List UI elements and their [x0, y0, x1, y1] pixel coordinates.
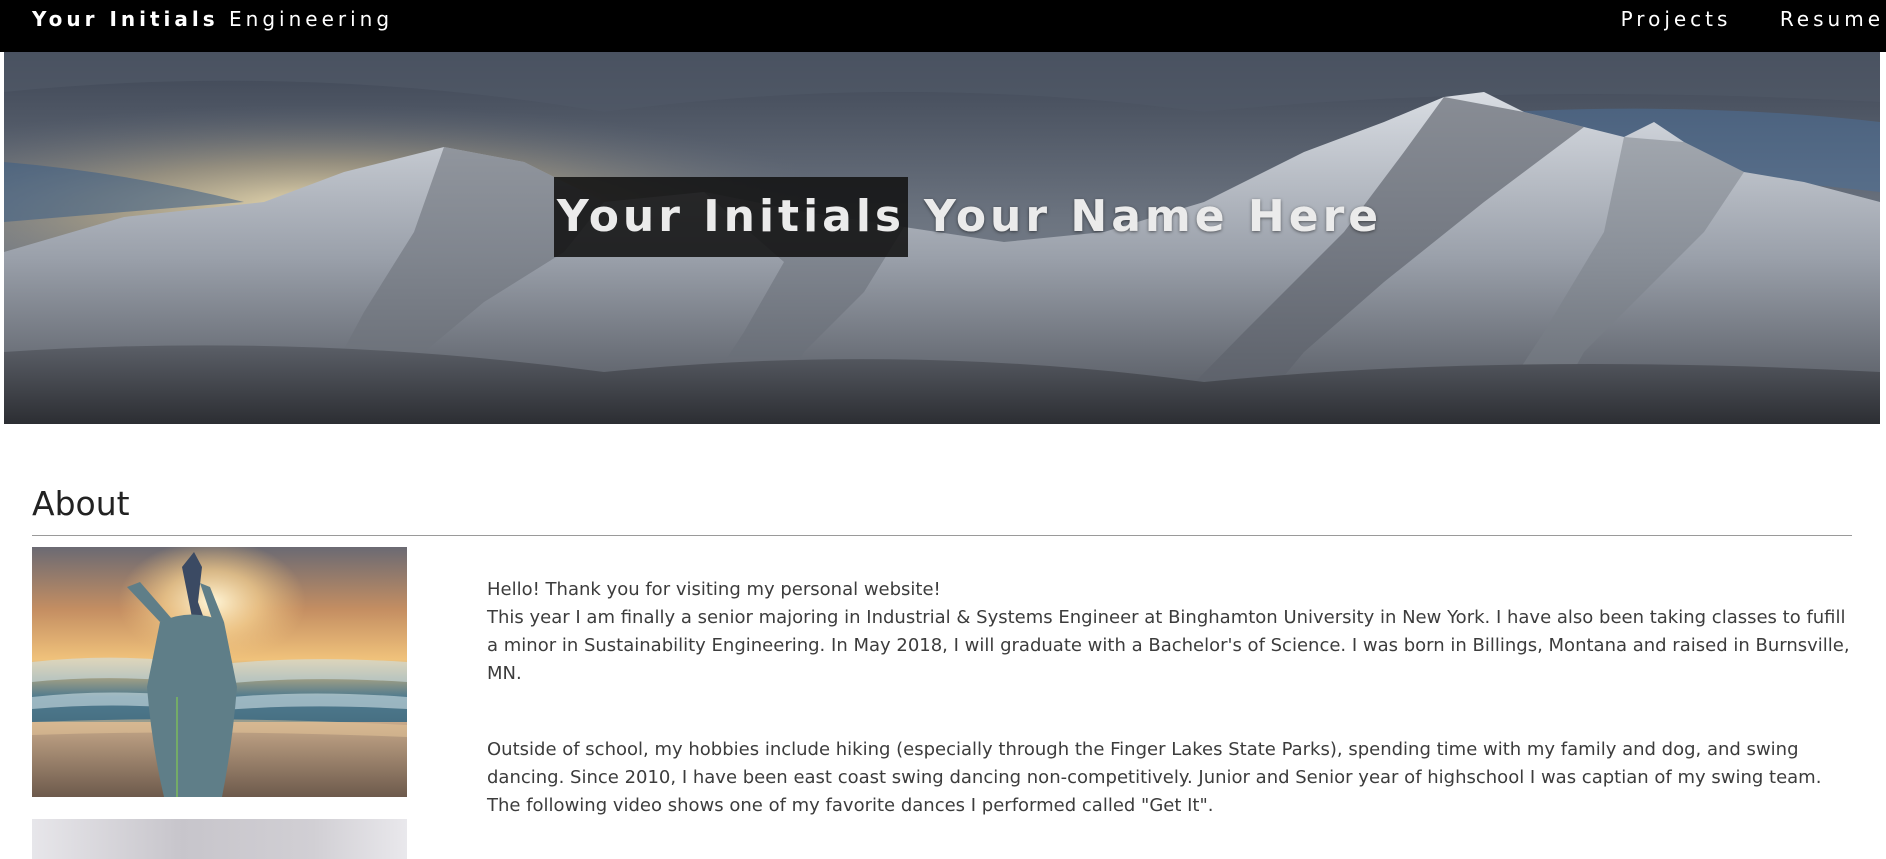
- about-heading: About: [32, 484, 130, 523]
- about-body: Hello! Thank you for visiting my persona…: [487, 576, 1857, 820]
- hero-banner: Your Initials Your Name Here: [4, 52, 1880, 424]
- hero-title: Your Initials Your Name Here: [4, 52, 1880, 424]
- second-photo-partial: [32, 819, 407, 859]
- section-divider: [32, 535, 1852, 536]
- top-navbar: Your Initials Engineering Projects Resum…: [0, 0, 1886, 52]
- hero-initials-badge: Your Initials: [554, 177, 908, 257]
- about-paragraph-1: This year I am finally a senior majoring…: [487, 607, 1850, 684]
- brand-suffix: Engineering: [229, 7, 394, 31]
- brand-initials: Your Initials: [32, 7, 219, 31]
- nav-links: Projects Resume: [1583, 0, 1884, 38]
- hero-name: Your Name Here: [924, 191, 1383, 242]
- about-greeting: Hello! Thank you for visiting my persona…: [487, 579, 941, 600]
- brand-logo[interactable]: Your Initials Engineering: [32, 0, 393, 38]
- nav-link-projects[interactable]: Projects: [1621, 7, 1732, 31]
- yoga-beach-image: [32, 547, 407, 797]
- nav-link-resume[interactable]: Resume: [1780, 7, 1884, 31]
- about-photo: [32, 547, 407, 797]
- about-paragraph-2: Outside of school, my hobbies include hi…: [487, 739, 1822, 816]
